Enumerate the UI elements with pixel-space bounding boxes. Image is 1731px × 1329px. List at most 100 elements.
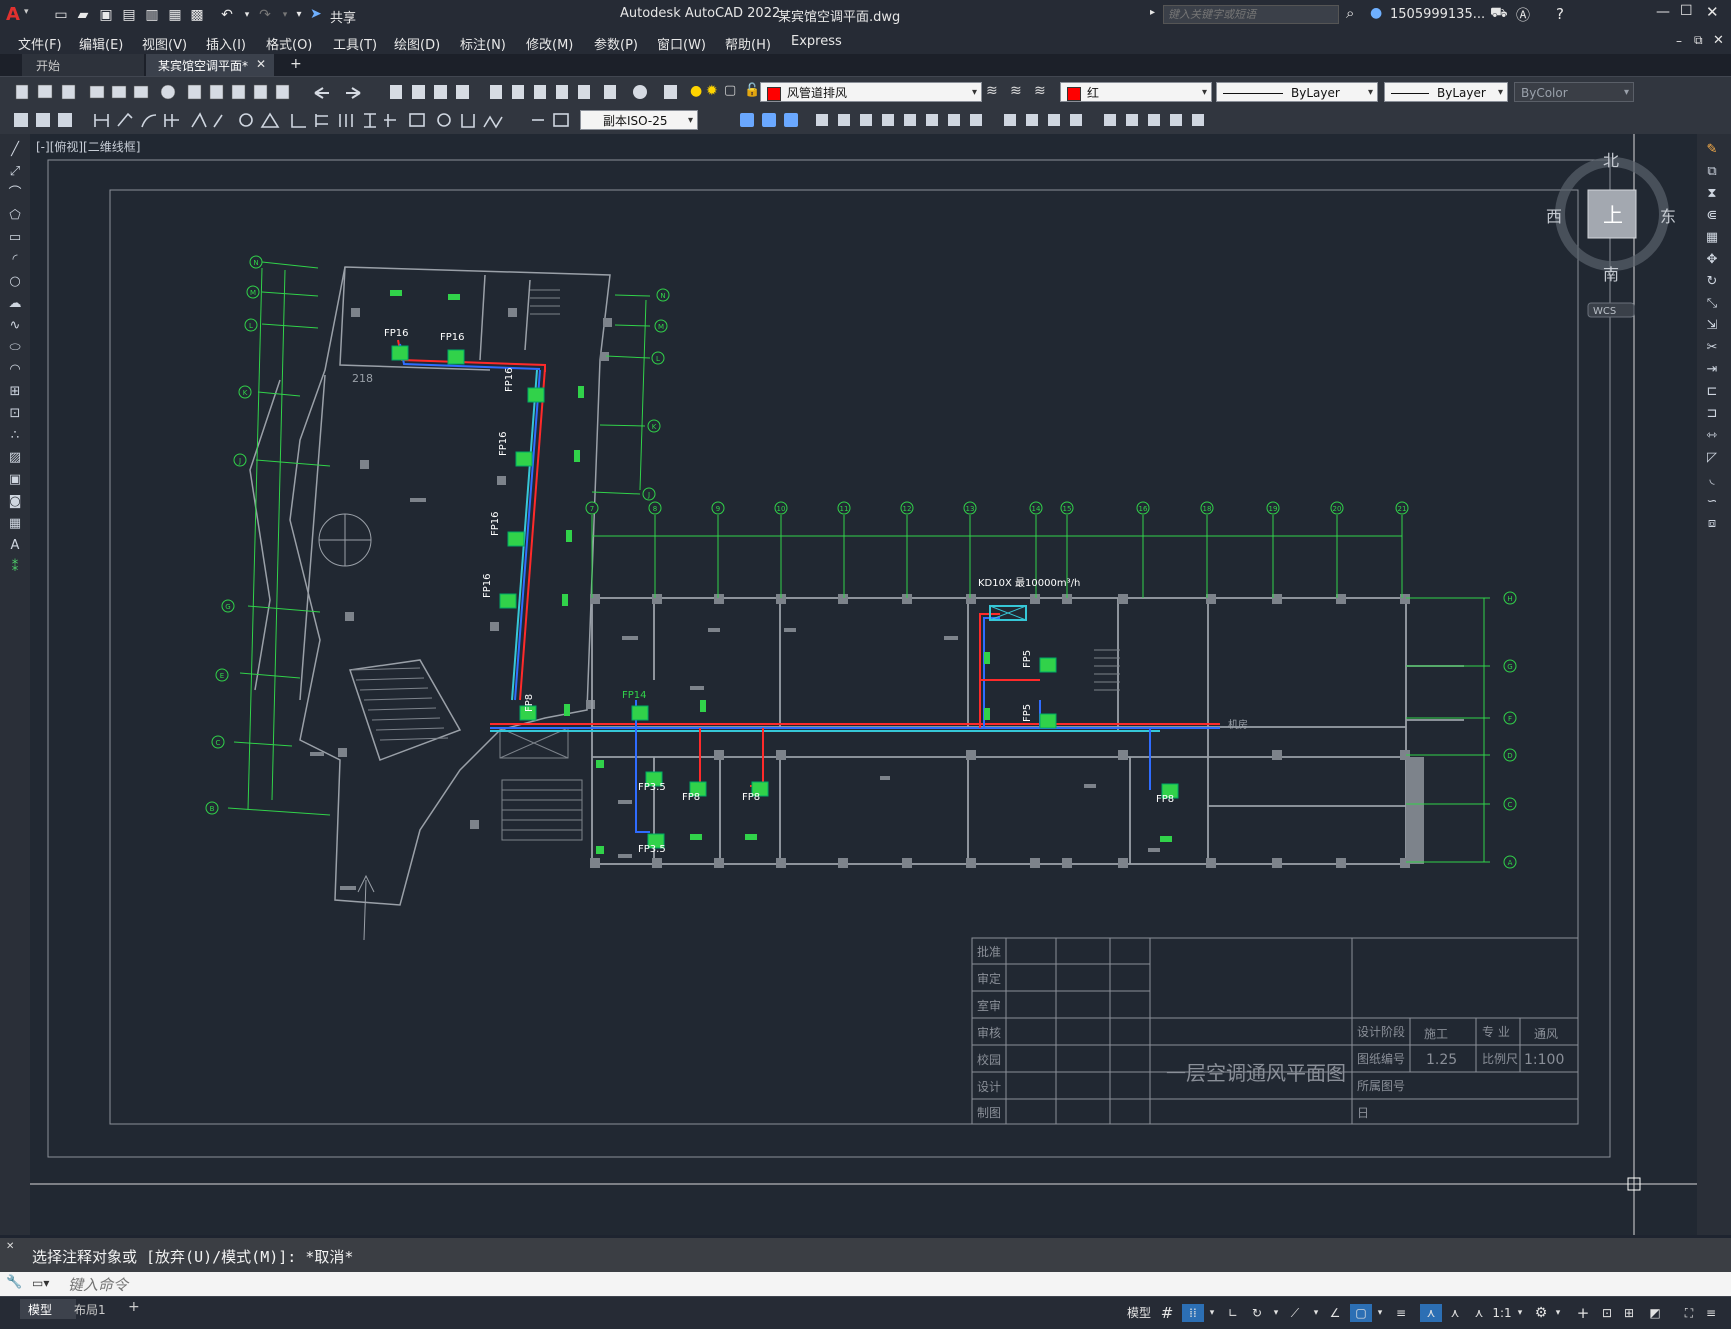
save-as-icon[interactable]: ▤ [120,6,138,24]
layer-thaw-icon[interactable]: ✹ [706,83,718,99]
offset-icon[interactable]: ⋐ [1704,208,1720,224]
customize-qat-icon[interactable]: ▾ [290,6,308,24]
undo-icon[interactable]: ↶ [218,6,236,24]
rotate-icon[interactable]: ↻ [1704,274,1720,290]
join-icon[interactable]: ⇿ [1704,428,1720,444]
dimension-toolbar-icons[interactable] [0,106,580,134]
doc-restore-icon[interactable]: ⧉ [1694,33,1703,48]
drawing-canvas[interactable]: [-][俯视][二维线框] 218 机房 7 8 9 10 11 12 13 1… [30,134,1697,1235]
insert-block-icon[interactable]: ⊞ [7,384,23,400]
undo-dropdown-icon[interactable]: ▾ [238,6,256,24]
quick-properties-icon[interactable]: ⊞ [1620,1304,1638,1322]
chamfer-icon[interactable]: ◸ [1704,450,1720,466]
polar-dropdown-icon[interactable]: ▾ [1270,1304,1282,1322]
command-customize-icon[interactable]: 🔧 [6,1275,22,1290]
model-space-button[interactable]: 模型 [1124,1304,1154,1322]
object-track-icon[interactable]: ∠ [1326,1304,1344,1322]
color-dropdown[interactable]: 红 ▾ [1060,82,1212,102]
dimstyle-dropdown[interactable]: 副本ISO-25 ▾ [580,110,698,130]
plot-icon[interactable]: ▩ [188,6,206,24]
layer-viewport-icon[interactable]: ▢ [724,83,736,98]
grid-icon[interactable]: # [1158,1304,1176,1322]
save-icon[interactable]: ▣ [97,6,115,24]
polyline-icon[interactable]: ⌒ [7,186,23,202]
search-input[interactable] [1163,5,1339,24]
auto-scale-icon[interactable]: ⋏ [1446,1304,1464,1322]
tab-start[interactable]: 开始 [22,54,144,76]
menu-file[interactable]: 文件(F) [18,34,62,53]
polygon-icon[interactable]: ⬠ [7,208,23,224]
menu-help[interactable]: 帮助(H) [725,34,771,53]
break-at-point-icon[interactable]: ⊏ [1704,384,1720,400]
array-icon[interactable]: ▦ [1704,230,1720,246]
osnap-dropdown-icon[interactable]: ▾ [1374,1304,1386,1322]
snap-dropdown-icon[interactable]: ▾ [1206,1304,1218,1322]
annotation-monitor-icon[interactable]: + [1574,1304,1592,1322]
command-input[interactable] [66,1274,1670,1296]
add-layout-button[interactable]: + [128,1299,140,1315]
menu-view[interactable]: 视图(V) [142,34,187,53]
web-save-icon[interactable]: ▦ [166,6,184,24]
graphics-performance-icon[interactable]: ◩ [1646,1304,1664,1322]
break-icon[interactable]: ⊐ [1704,406,1720,422]
ellipse-icon[interactable]: ⬭ [7,340,23,356]
units-icon[interactable]: ⊡ [1598,1304,1616,1322]
clean-screen-icon[interactable]: ⛶ [1680,1304,1698,1322]
layer-on-icon[interactable]: ● [690,83,702,99]
command-recent-icon[interactable]: ▭▾ [32,1276,49,1290]
workspace-gear-icon[interactable]: ⚙ [1532,1304,1550,1322]
make-current-layer-icon[interactable]: ≋ [986,83,998,99]
erase-icon[interactable]: ✎ [1704,142,1720,158]
customization-icon[interactable]: ≡ [1702,1304,1720,1322]
stretch-icon[interactable]: ⇲ [1704,318,1720,334]
workspace-dropdown-icon[interactable]: ▾ [1552,1304,1564,1322]
app-menu-arrow-icon[interactable]: ▾ [24,7,29,17]
construction-line-icon[interactable]: ⤢ [7,164,23,180]
mirror-icon[interactable]: ⧗ [1704,186,1720,202]
layer-previous-icon[interactable]: ≋ [1034,83,1046,99]
menu-tools[interactable]: 工具(T) [333,34,377,53]
menu-draw[interactable]: 绘图(D) [394,34,440,53]
region-icon[interactable]: ◙ [7,494,23,510]
redo-icon[interactable]: ↷ [256,6,274,24]
revision-cloud-icon[interactable]: ☁ [7,296,23,312]
plotstyle-dropdown[interactable]: ByColor ▾ [1514,82,1634,102]
hatch-icon[interactable]: ▨ [7,450,23,466]
new-icon[interactable]: ▭ [52,6,70,24]
menu-dimension[interactable]: 标注(N) [460,34,506,53]
layer-match-icon[interactable]: ≋ [1010,83,1022,99]
share-icon[interactable]: ➤ [310,6,322,22]
help-icon[interactable]: ? [1556,5,1564,23]
circle-icon[interactable]: ○ [7,274,23,290]
move-icon[interactable]: ✥ [1704,252,1720,268]
tab-layout1[interactable]: 布局1 [74,1301,106,1318]
layer-dropdown[interactable]: 风管道排风 ▾ [760,82,982,102]
tab-drawing[interactable]: 某宾馆空调平面* ✕ [146,54,274,76]
web-open-icon[interactable]: ▥ [143,6,161,24]
table-icon[interactable]: ▦ [7,516,23,532]
annotation-visibility-icon[interactable]: ⋏ [1420,1304,1442,1322]
tab-close-icon[interactable]: ✕ [256,57,266,71]
scale-dropdown-icon[interactable]: ▾ [1514,1304,1526,1322]
gradient-icon[interactable]: ▣ [7,472,23,488]
isodraft-dropdown-icon[interactable]: ▾ [1310,1304,1322,1322]
minimize-icon[interactable]: — [1656,4,1670,20]
search-expand-icon[interactable]: ▸ [1150,7,1155,18]
cad-drawing[interactable]: 218 机房 7 8 9 10 11 12 13 14 15 16 18 19 … [30,134,1697,1235]
doc-close-icon[interactable]: ✕ [1713,33,1724,48]
line-icon[interactable]: ╱ [7,142,23,158]
menu-insert[interactable]: 插入(I) [206,34,246,53]
new-tab-button[interactable]: + [290,56,302,72]
rectangle-icon[interactable]: ▭ [7,230,23,246]
menu-edit[interactable]: 编辑(E) [79,34,123,53]
add-selected-icon[interactable]: ⁑ [7,560,23,576]
close-icon[interactable]: ✕ [1706,3,1719,21]
extend-icon[interactable]: ⇥ [1704,362,1720,378]
maximize-icon[interactable]: ☐ [1680,3,1693,19]
point-icon[interactable]: ∴ [7,428,23,444]
modify-toolbar-icons[interactable] [700,106,1220,134]
annotation-scale-icon[interactable]: ⋏ [1470,1304,1488,1322]
doc-minimize-icon[interactable]: – [1676,34,1682,48]
copy-icon[interactable]: ⧉ [1704,164,1720,180]
open-icon[interactable]: ▰ [74,6,92,24]
